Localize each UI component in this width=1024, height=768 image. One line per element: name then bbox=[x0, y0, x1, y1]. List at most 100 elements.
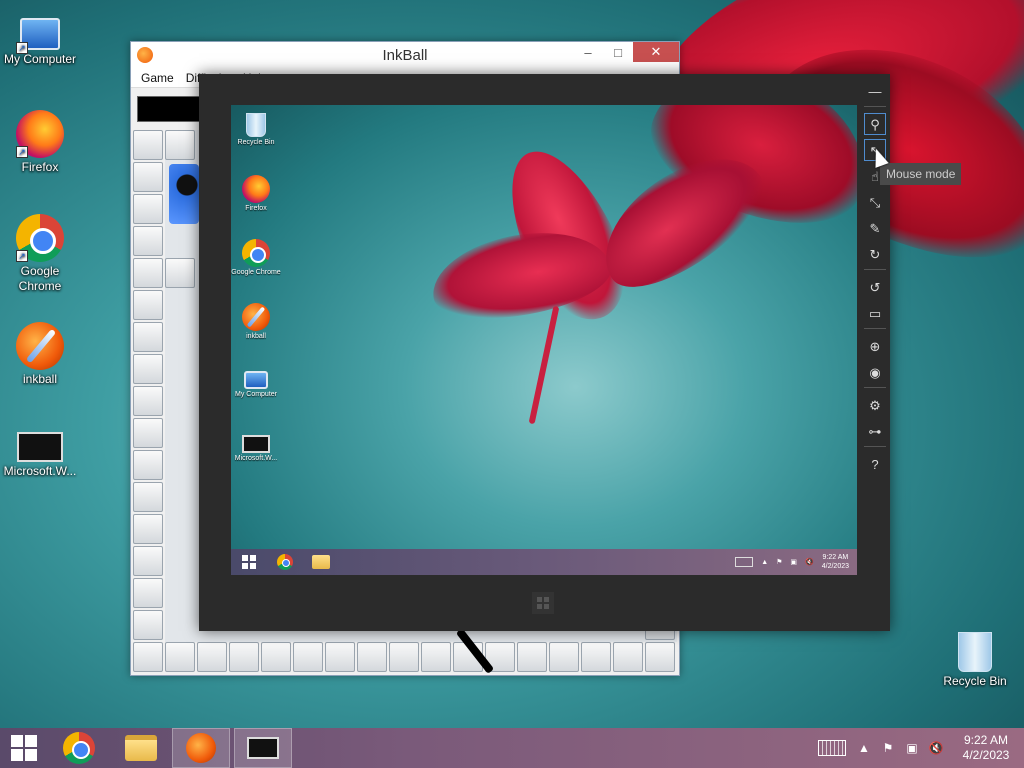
viewer-toolbar: — ⚲ ↖ ☝ ⤡ ✎ ↻ ↺ ▭ ⊕ ◉ ⚙ ⊶? bbox=[864, 80, 886, 479]
remote-system-tray: ▲ ⚑ ▣ 🔇 9:22 AM 4/2/2023 bbox=[735, 549, 849, 575]
remote-clock[interactable]: 9:22 AM 4/2/2023 bbox=[822, 553, 849, 571]
inkball-icon bbox=[242, 303, 270, 331]
pin-button[interactable]: ⚲ bbox=[864, 113, 886, 135]
taskbar: ▲ ⚑ ▣ 🔇 9:22 AM 4/2/2023 bbox=[0, 728, 1024, 768]
screenshot-button[interactable]: ◉ bbox=[864, 361, 886, 383]
desktop-icon-label: Recycle Bin bbox=[943, 674, 1007, 688]
flag-icon[interactable]: ⚑ bbox=[776, 558, 782, 566]
remote-start-button[interactable] bbox=[231, 549, 267, 575]
desktop-icon-inkball[interactable]: inkball bbox=[0, 322, 80, 387]
remote-icon-label: Microsoft.W... bbox=[234, 455, 278, 462]
toolbar-separator bbox=[864, 106, 886, 107]
desktop-icon-label: Google Chrome bbox=[18, 264, 62, 293]
recycle-bin-icon bbox=[246, 113, 266, 137]
wall-tile bbox=[133, 546, 163, 576]
wall-tile bbox=[133, 162, 163, 192]
wall-tile bbox=[133, 354, 163, 384]
toolbar-separator bbox=[864, 387, 886, 388]
pen-mode-button[interactable]: ✎ bbox=[864, 217, 886, 239]
menu-game[interactable]: Game bbox=[135, 71, 180, 85]
remote-icon-label: inkball bbox=[246, 333, 266, 340]
taskbar-clock[interactable]: 9:22 AM 4/2/2023 bbox=[948, 733, 1024, 763]
wall-tile bbox=[357, 642, 387, 672]
tray-arrow-icon[interactable]: ▲ bbox=[852, 728, 876, 768]
wall-tile bbox=[197, 642, 227, 672]
maximize-button[interactable]: □ bbox=[603, 42, 633, 62]
inkball-icon bbox=[16, 322, 64, 370]
desktop-icon-my-computer[interactable]: ↗ My Computer bbox=[0, 10, 80, 67]
keyboard-icon bbox=[818, 740, 846, 756]
remote-viewer-window[interactable]: Recycle Bin Firefox Google Chrome inkbal… bbox=[199, 74, 890, 631]
flag-icon[interactable]: ⚑ bbox=[876, 728, 900, 768]
rotate-left-button[interactable]: ↺ bbox=[864, 276, 886, 298]
tray-arrow-icon[interactable]: ▲ bbox=[761, 559, 768, 566]
touch-keyboard-button[interactable] bbox=[812, 728, 852, 768]
volume-icon[interactable]: 🔇 bbox=[924, 728, 948, 768]
close-button[interactable]: ✕ bbox=[633, 42, 679, 62]
remote-clock-date: 4/2/2023 bbox=[821, 563, 849, 570]
desktop-icon-recycle-bin[interactable]: Recycle Bin bbox=[935, 628, 1015, 689]
desktop-icon-label: inkball bbox=[22, 372, 58, 386]
connection-button[interactable]: ⊶ bbox=[864, 420, 886, 442]
remote-icon-remote-desktop[interactable]: Microsoft.W... bbox=[231, 427, 281, 463]
inkball-titlebar[interactable]: InkBall – □ ✕ bbox=[131, 42, 679, 68]
firefox-icon bbox=[242, 175, 270, 203]
remote-icon-google-chrome[interactable]: Google Chrome bbox=[231, 239, 281, 277]
desktop-icon-label: My Computer bbox=[3, 52, 77, 66]
remote-icon-my-computer[interactable]: My Computer bbox=[231, 365, 281, 399]
folder-icon bbox=[125, 735, 157, 761]
help-button[interactable]: ? bbox=[864, 453, 886, 475]
rotate-right-button[interactable]: ↻ bbox=[864, 243, 886, 265]
toolbar-separator bbox=[864, 446, 886, 447]
display-button[interactable]: ▭ bbox=[864, 302, 886, 324]
taskbar-remote-desktop[interactable] bbox=[234, 728, 292, 768]
windows-logo-icon bbox=[242, 555, 256, 569]
zoom-mode-button[interactable]: ⤡ bbox=[864, 191, 886, 213]
remote-desktop-screen[interactable]: Recycle Bin Firefox Google Chrome inkbal… bbox=[231, 105, 857, 575]
viewer-windows-button[interactable] bbox=[532, 592, 554, 614]
remote-taskbar: ▲ ⚑ ▣ 🔇 9:22 AM 4/2/2023 bbox=[231, 549, 857, 575]
remote-wallpaper-stamen bbox=[528, 305, 560, 425]
keyboard-icon[interactable] bbox=[735, 557, 754, 567]
wall-tile bbox=[165, 130, 195, 160]
taskbar-chrome[interactable] bbox=[48, 728, 110, 768]
remote-icon-inkball[interactable]: inkball bbox=[231, 303, 281, 341]
start-button[interactable] bbox=[0, 728, 48, 768]
taskbar-file-explorer[interactable] bbox=[110, 728, 172, 768]
firefox-icon: ↗ bbox=[16, 110, 64, 158]
settings-button[interactable]: ⚙ bbox=[864, 394, 886, 416]
remote-icon-label: Firefox bbox=[245, 205, 267, 212]
volume-icon[interactable]: 🔇 bbox=[805, 558, 814, 566]
wall-tile bbox=[293, 642, 323, 672]
desktop-icon-firefox[interactable]: ↗ Firefox bbox=[0, 110, 80, 175]
wall-tile bbox=[517, 642, 547, 672]
chrome-icon bbox=[242, 239, 270, 267]
desktop-icon-google-chrome[interactable]: ↗ Google Chrome bbox=[0, 214, 80, 294]
wall-tile bbox=[133, 386, 163, 416]
desktop-icon-remote-desktop[interactable]: Microsoft.W... bbox=[0, 422, 80, 479]
chrome-icon bbox=[63, 732, 95, 764]
toolbar-separator bbox=[864, 328, 886, 329]
toolbar-separator bbox=[864, 269, 886, 270]
remote-taskbar-chrome[interactable] bbox=[267, 549, 303, 575]
wall-tile bbox=[133, 642, 163, 672]
minimize-button[interactable]: — bbox=[864, 80, 886, 102]
wall-tile bbox=[325, 642, 355, 672]
network-icon[interactable]: ▣ bbox=[790, 558, 797, 566]
taskbar-inkball[interactable] bbox=[172, 728, 230, 768]
remote-icon-recycle-bin[interactable]: Recycle Bin bbox=[231, 111, 281, 147]
wall-tile bbox=[133, 226, 163, 256]
network-button[interactable]: ⊕ bbox=[864, 335, 886, 357]
minimize-button[interactable]: – bbox=[573, 42, 603, 62]
wall-tile bbox=[133, 322, 163, 352]
inkball-icon bbox=[186, 733, 216, 763]
computer-icon bbox=[244, 371, 268, 389]
mouse-mode-tooltip: Mouse mode bbox=[880, 163, 962, 185]
windows-logo-icon bbox=[11, 735, 37, 761]
remote-taskbar-explorer[interactable] bbox=[303, 549, 339, 575]
wall-tile bbox=[133, 194, 163, 224]
network-icon[interactable]: ▣ bbox=[900, 728, 924, 768]
wall-tile bbox=[165, 258, 195, 288]
wall-tile bbox=[133, 514, 163, 544]
remote-icon-firefox[interactable]: Firefox bbox=[231, 175, 281, 213]
